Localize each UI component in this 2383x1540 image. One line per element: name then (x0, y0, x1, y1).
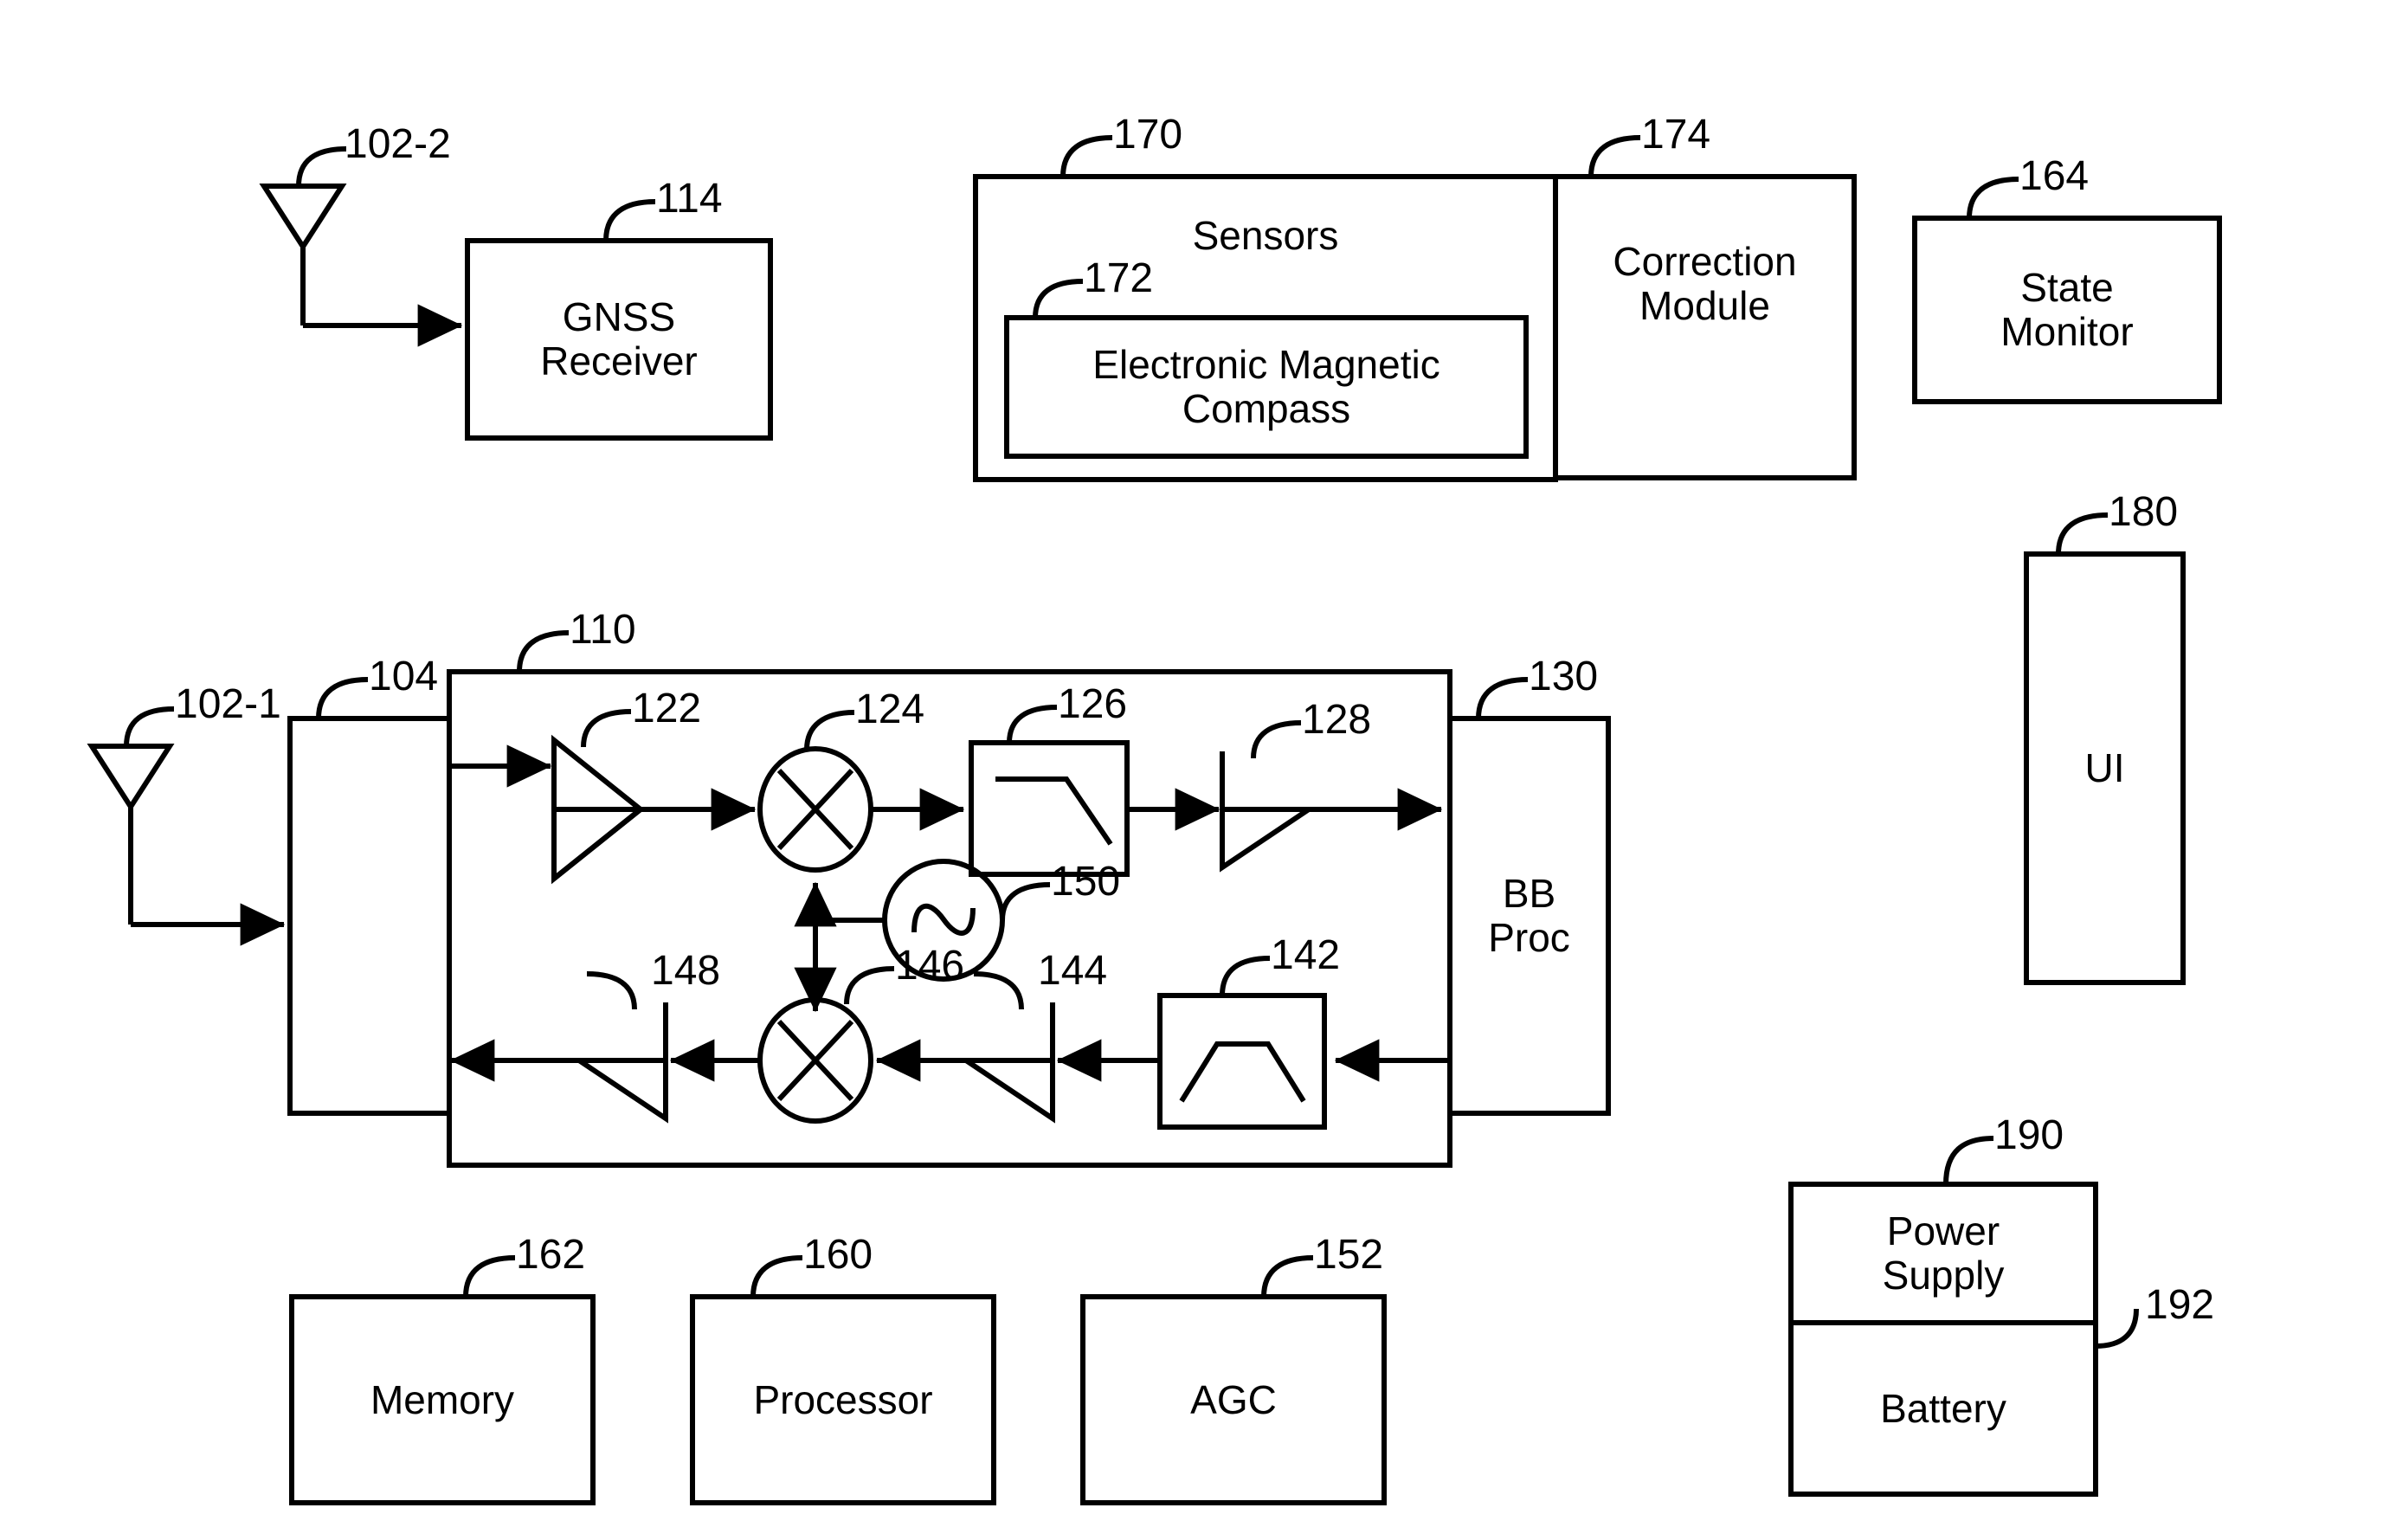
agc-label: AGC (1190, 1376, 1277, 1422)
ref-numeral-124: 124 (855, 686, 925, 732)
ref-numeral-174: 174 (1641, 112, 1711, 158)
ref-numeral-110: 110 (570, 607, 636, 653)
processor-label: Processor (753, 1376, 933, 1422)
ref-numeral-144: 144 (1038, 948, 1108, 994)
diagram-canvas: 102-2 114 170 172 174 164 180 102-1 104 … (0, 0, 2383, 1540)
memory-label: Memory (370, 1376, 515, 1422)
ref-numeral-128: 128 (1302, 697, 1372, 743)
ref-numeral-170: 170 (1113, 112, 1183, 158)
ref-numeral-130: 130 (1529, 654, 1599, 699)
electronic-magnetic-compass-label: Electronic Magnetic Compass (1092, 342, 1440, 431)
ref-numeral-160: 160 (803, 1232, 873, 1278)
battery-label: Battery (1880, 1385, 2006, 1431)
gnss-receiver-label: GNSS Receiver (540, 294, 698, 383)
ui-label: UI (2084, 745, 2125, 791)
correction-module-label: Correction Module (1613, 239, 1797, 328)
sensors-label: Sensors (1192, 212, 1339, 258)
ref-numeral-162: 162 (516, 1232, 586, 1278)
ref-numeral-164: 164 (2019, 153, 2090, 199)
ref-numeral-142: 142 (1271, 932, 1341, 978)
ref-numeral-102-2: 102-2 (345, 121, 451, 167)
state-monitor-label: State Monitor (2000, 265, 2134, 354)
ref-numeral-148: 148 (651, 948, 721, 994)
ref-numeral-180: 180 (2109, 489, 2179, 535)
antenna-102-1-symbol (87, 744, 175, 925)
ref-numeral-146: 146 (895, 943, 965, 989)
ref-numeral-190: 190 (1994, 1112, 2064, 1158)
ref-numeral-126: 126 (1058, 681, 1128, 727)
ref-numeral-150: 150 (1051, 859, 1121, 905)
ref-numeral-152: 152 (1314, 1232, 1384, 1278)
ref-numeral-104: 104 (369, 654, 439, 699)
ref-numeral-102-1: 102-1 (175, 681, 281, 727)
ref-numeral-192: 192 (2145, 1282, 2215, 1328)
power-supply-label: Power Supply (1882, 1208, 2005, 1298)
ref-numeral-114: 114 (656, 176, 723, 222)
ref-numeral-122: 122 (632, 686, 702, 731)
bb-proc-label: BB Proc (1488, 871, 1570, 960)
